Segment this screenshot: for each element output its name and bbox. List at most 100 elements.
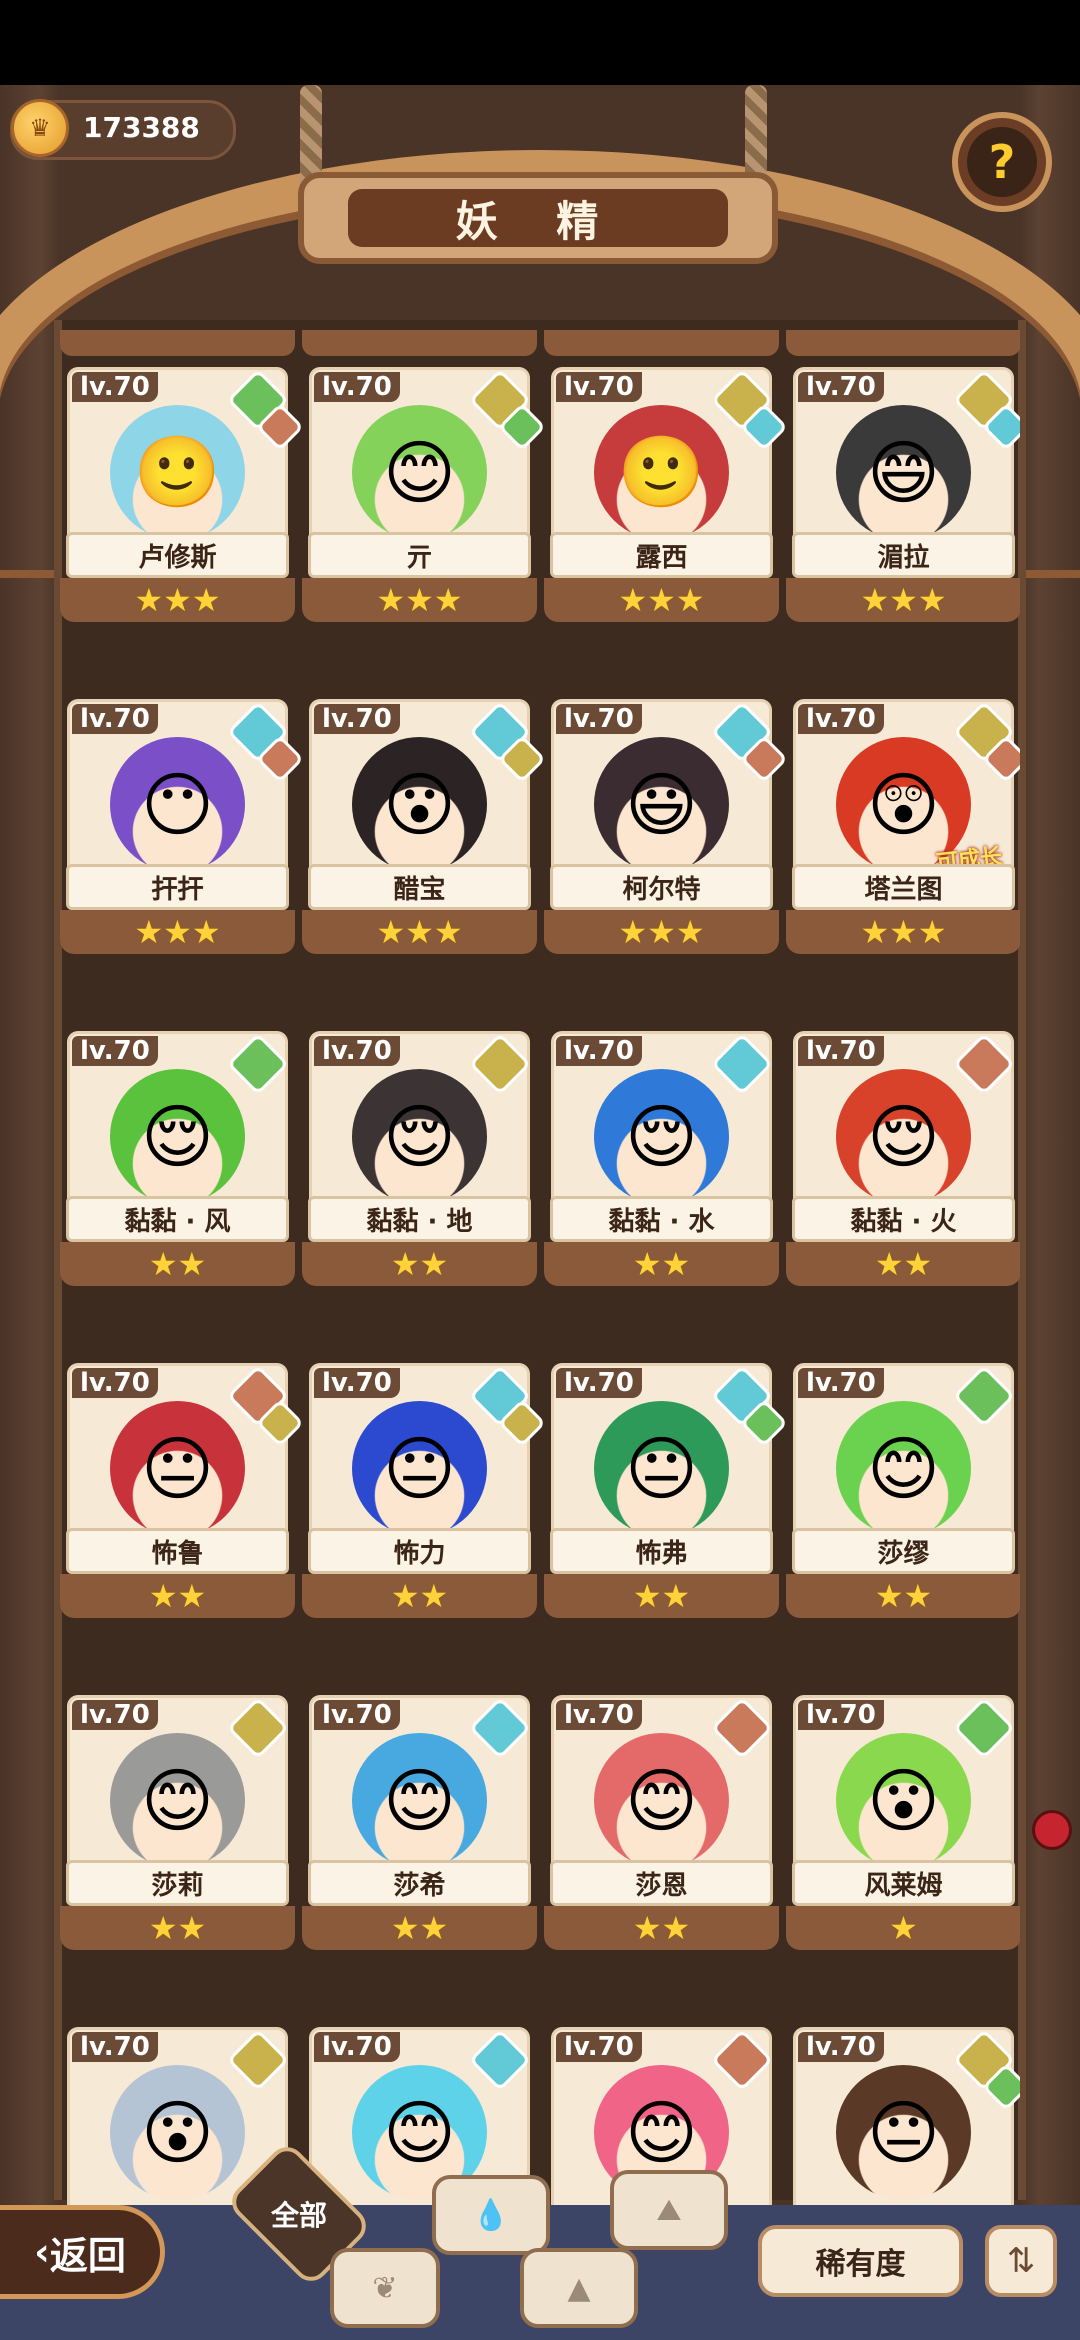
fairy-portrait: 😊 [110,1733,245,1868]
fairy-card[interactable]: 😌 lv.70 黏黏 · 火 ★★ [786,974,1020,1286]
fairy-name: 醋宝 [308,864,531,910]
filter-earth-button[interactable]: ▲ [520,2248,638,2328]
level-label: lv.70 [72,1700,158,1730]
fairy-portrait: 😐 [836,2065,971,2200]
star-rating: ★★ [60,1242,295,1286]
back-button[interactable]: ‹ 返回 [0,2205,165,2299]
level-label: lv.70 [314,1700,400,1730]
level-label: lv.70 [556,1368,642,1398]
star-rating: ★★ [302,1574,537,1618]
fairy-name: 黏黏 · 风 [66,1196,289,1242]
fairy-card[interactable]: 😮 lv.70 风莱姆 ★ [786,1638,1020,1950]
fairy-name: 怖弗 [550,1528,773,1574]
coin-counter: ♛ 173388 [10,99,236,160]
ladybug-icon[interactable] [1032,1810,1072,1850]
star-rating: ★★ [302,1242,537,1286]
fairy-portrait: 😌 [110,1069,245,1204]
fairy-name: 莎缪 [792,1528,1015,1574]
back-chevron-icon: ‹ [34,2230,50,2274]
star-rating: ★★★ [544,910,779,954]
fairy-portrait: 😃 [594,737,729,872]
star-rating: ★★ [544,1242,779,1286]
wood-icon: ❦ [372,2270,398,2306]
fairy-card[interactable]: 😌 lv.70 黏黏 · 风 ★★ [60,974,295,1286]
rarity-sort-button[interactable]: 稀有度 [758,2225,963,2297]
page-title: 妖 精 [348,189,728,247]
fairy-card[interactable]: 😶 lv.70 扞扞 ★★★ [60,642,305,954]
sort-icon: ⇅ [1006,2241,1036,2281]
level-label: lv.70 [72,2032,158,2062]
fairy-card[interactable]: 😊 lv.70 莎莉 ★★ [60,1638,295,1950]
star-rating: ★★ [544,1574,779,1618]
level-label: lv.70 [556,1036,642,1066]
fairy-portrait: 😮 [110,2065,245,2200]
fairy-portrait: 😊 [594,1733,729,1868]
fairy-card[interactable]: 😃 lv.70 柯尔特 ★★★ [544,642,789,954]
star-rating: ★★★ [786,910,1020,954]
fairy-portrait: 😌 [836,1069,971,1204]
fairy-name: 扞扞 [66,864,289,910]
fairy-card[interactable]: 😊 lv.70 [302,1970,537,2210]
fairy-card[interactable]: 😲 lv.70 可成长 塔兰图 ★★★ [786,642,1020,954]
fairy-portrait: 😮 [836,1733,971,1868]
coin-amount: 173388 [83,111,200,144]
star-rating: ★★ [302,1906,537,1950]
fairy-portrait: 😌 [594,1069,729,1204]
fairy-name: 黏黏 · 火 [792,1196,1015,1242]
fairy-card[interactable]: 😐 lv.70 怖力 ★★ [302,1306,547,1618]
fairy-name: 莎莉 [66,1860,289,1906]
sort-order-button[interactable]: ⇅ [985,2225,1057,2297]
fairy-name: 黏黏 · 地 [308,1196,531,1242]
star-rating: ★★★ [302,578,537,622]
level-label: lv.70 [72,1368,158,1398]
fairy-name: 怖鲁 [66,1528,289,1574]
fairy-name: 湄拉 [792,532,1015,578]
filter-wood-button[interactable]: ❦ [330,2248,440,2328]
fairy-card[interactable]: 🙂 lv.70 露西 ★★★ [544,330,789,622]
help-button[interactable]: ? [952,112,1052,212]
level-label: lv.70 [314,1368,400,1398]
filter-water-button[interactable]: 💧 [432,2175,550,2255]
star-rating: ★★ [544,1906,779,1950]
earth-icon: ▲ [567,2270,591,2306]
fairy-card[interactable]: 🙂 lv.70 卢修斯 ★★★ [60,330,305,622]
level-label: lv.70 [314,1036,400,1066]
level-label: lv.70 [556,1700,642,1730]
star-rating: ★★★ [60,578,295,622]
fairy-portrait: 😌 [352,1069,487,1204]
fairy-card[interactable]: 😐 lv.70 怖弗 ★★ [544,1306,789,1618]
fairy-card[interactable]: 😄 lv.70 湄拉 ★★★ [786,330,1020,622]
fairy-card[interactable]: 😊 lv.70 莎恩 ★★ [544,1638,779,1950]
fairy-name: 莎恩 [550,1860,773,1906]
fairy-card[interactable]: 😐 lv.70 [786,1970,1020,2210]
fairy-card[interactable]: 😌 lv.70 黏黏 · 水 ★★ [544,974,779,1286]
star-rating: ★★ [60,1906,295,1950]
fairy-name: 露西 [550,532,773,578]
fairy-card[interactable]: 😊 lv.70 莎希 ★★ [302,1638,537,1950]
fairy-portrait: 😄 [836,405,971,540]
level-label: lv.70 [72,1036,158,1066]
title-sign: 妖 精 [298,172,778,264]
fairy-portrait: 😊 [836,1401,971,1536]
fairy-portrait: 😮 [352,737,487,872]
coin-icon: ♛ [11,99,69,157]
star-rating: ★★★ [544,578,779,622]
level-label: lv.70 [314,704,400,734]
fairy-card[interactable]: 😊 lv.70 莎缪 ★★ [786,1306,1020,1618]
fairy-portrait: 😐 [594,1401,729,1536]
fairy-name: 莎希 [308,1860,531,1906]
level-label: lv.70 [798,1036,884,1066]
fairy-name: 怖力 [308,1528,531,1574]
star-rating: ★★ [786,1574,1020,1618]
fairy-card[interactable]: 😊 lv.70 亓 ★★★ [302,330,547,622]
water-icon: 💧 [472,2197,510,2233]
level-label: lv.70 [556,2032,642,2062]
star-rating: ★★★ [302,910,537,954]
star-rating: ★★★ [786,578,1020,622]
fairy-card[interactable]: 😐 lv.70 怖鲁 ★★ [60,1306,305,1618]
filter-fire-button[interactable]: ⛰ [610,2170,728,2250]
fairy-card[interactable]: 😮 lv.70 醋宝 ★★★ [302,642,547,954]
fairy-portrait: 🙂 [110,405,245,540]
fairy-name: 塔兰图 [792,864,1015,910]
fairy-card[interactable]: 😌 lv.70 黏黏 · 地 ★★ [302,974,537,1286]
